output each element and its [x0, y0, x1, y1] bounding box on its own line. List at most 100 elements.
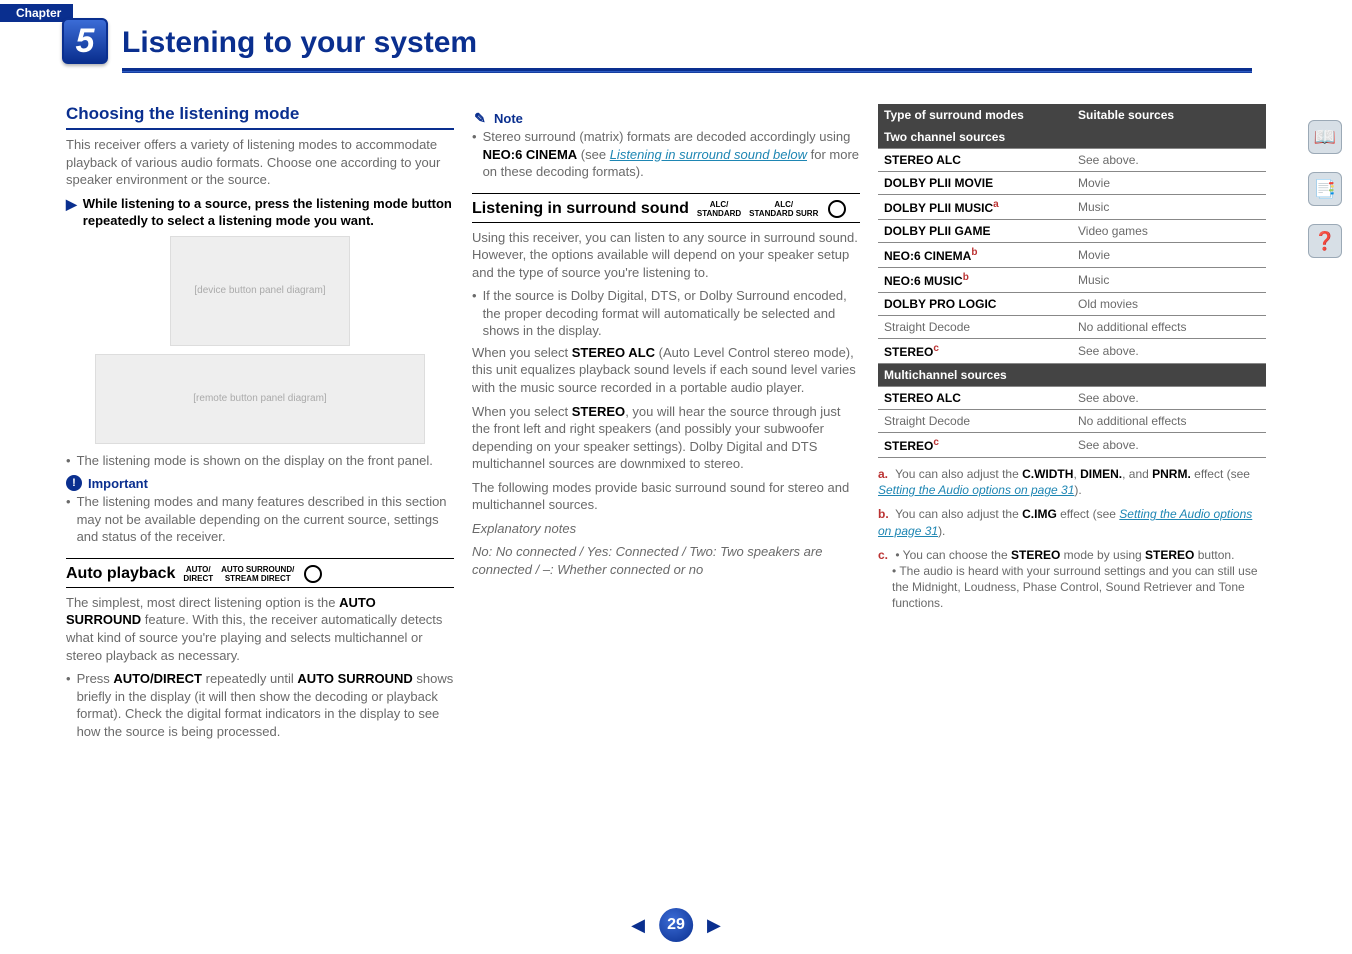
stereo-button-strong: STEREO	[1145, 548, 1194, 562]
pnrm-strong: PNRM.	[1152, 467, 1191, 481]
side-icon-bar: 📖 📑 ❓	[1308, 120, 1342, 258]
bullet-text: The listening mode is shown on the displ…	[77, 452, 433, 470]
button-label-auto-direct: AUTO/ DIRECT	[183, 565, 213, 583]
step-instruction: ▶ While listening to a source, press the…	[66, 195, 454, 230]
link-text: Setting the Audio options	[1119, 507, 1252, 521]
table-row: STEREO ALCSee above.	[878, 387, 1266, 410]
column-2: ✎ Note • Stereo surround (matrix) format…	[472, 104, 860, 744]
source-cell: Video games	[1072, 220, 1266, 243]
thin-divider	[472, 193, 860, 194]
mode-cell: STEREOc	[878, 433, 1072, 458]
source-cell: No additional effects	[1072, 410, 1266, 433]
button-circle-icon	[304, 565, 322, 583]
book-icon[interactable]: 📖	[1308, 120, 1342, 154]
column-3: Type of surround modes Suitable sources …	[878, 104, 1266, 744]
table-row: NEO:6 MUSICbMusic	[878, 268, 1266, 293]
table-row: DOLBY PLII GAMEVideo games	[878, 220, 1266, 243]
bullet-dolby: • If the source is Dolby Digital, DTS, o…	[472, 287, 860, 340]
table-row: NEO:6 CINEMAbMovie	[878, 243, 1266, 268]
important-label: Important	[88, 476, 148, 491]
source-cell: Old movies	[1072, 293, 1266, 316]
surround-paragraph: Using this receiver, you can listen to a…	[472, 229, 860, 282]
device-panel-image: [device button panel diagram]	[170, 236, 350, 346]
page-title: Listening to your system	[122, 26, 477, 60]
bullet-text: The listening modes and many features de…	[77, 493, 454, 546]
source-cell: Music	[1072, 268, 1266, 293]
text: ).	[1074, 483, 1081, 497]
source-cell: See above.	[1072, 149, 1266, 172]
pages-icon[interactable]: 📑	[1308, 172, 1342, 206]
divider	[66, 128, 454, 130]
table-row: DOLBY PLII MOVIEMovie	[878, 172, 1266, 195]
footnote-label-a: a.	[878, 466, 892, 482]
surround-sound-title: Listening in surround sound	[472, 200, 689, 218]
neo6-strong: NEO:6 CINEMA	[483, 147, 578, 162]
thin-divider	[66, 587, 454, 588]
mode-cell: DOLBY PRO LOGIC	[878, 293, 1072, 316]
table-row: STEREOcSee above.	[878, 433, 1266, 458]
footnote-a: a. You can also adjust the C.WIDTH, DIME…	[878, 466, 1266, 498]
remote-panel-image: [remote button panel diagram]	[95, 354, 425, 444]
table-row: Straight DecodeNo additional effects	[878, 410, 1266, 433]
text: Stereo surround (matrix) formats are dec…	[483, 129, 851, 144]
text: You can also adjust the	[895, 507, 1022, 521]
source-cell: Music	[1072, 195, 1266, 220]
cwidth-strong: C.WIDTH	[1022, 467, 1073, 481]
surround-modes-table: Type of surround modes Suitable sources …	[878, 104, 1266, 458]
footnote-c: c. • You can choose the STEREO mode by u…	[878, 547, 1266, 612]
link-text: Setting the Audio options	[878, 483, 1011, 497]
table-row: STEREO ALCSee above.	[878, 149, 1266, 172]
mode-cell: NEO:6 MUSICb	[878, 268, 1072, 293]
source-cell: No additional effects	[1072, 316, 1266, 339]
text: • The audio is heard with your surround …	[892, 563, 1266, 612]
surround-sound-heading: Listening in surround sound ALC/ STANDAR…	[472, 200, 860, 218]
btn-label: AUTO SURROUND/ STREAM DIRECT	[221, 565, 294, 583]
button-label-auto-surround: AUTO SURROUND/ STREAM DIRECT	[221, 565, 322, 583]
button-label-alc-standard: ALC/ STANDARD	[697, 200, 741, 218]
bullet-display: • The listening mode is shown on the dis…	[66, 452, 454, 470]
table-row: DOLBY PLII MUSICaMusic	[878, 195, 1266, 220]
text: mode by using	[1060, 548, 1145, 562]
explanatory-label: Explanatory notes	[472, 520, 860, 538]
bullet-dot-icon: •	[472, 128, 477, 181]
mode-cell: DOLBY PLII MUSICa	[878, 195, 1072, 220]
text: • You can choose the	[895, 548, 1011, 562]
help-icon[interactable]: ❓	[1308, 224, 1342, 258]
stereo-paragraph: When you select STEREO, you will hear th…	[472, 403, 860, 473]
prev-page-icon[interactable]: ◀	[631, 915, 645, 936]
thin-divider	[66, 558, 454, 559]
mode-cell: Straight Decode	[878, 410, 1072, 433]
section-label: Multichannel sources	[878, 364, 1266, 387]
thin-divider	[472, 222, 860, 223]
bullet-text: Press AUTO/DIRECT repeatedly until AUTO …	[77, 670, 454, 740]
auto-playback-paragraph: The simplest, most direct listening opti…	[66, 594, 454, 664]
button-circle-icon	[828, 200, 846, 218]
cimg-strong: C.IMG	[1022, 507, 1057, 521]
column-1: Choosing the listening mode This receive…	[66, 104, 454, 744]
bullet-dot-icon: •	[66, 493, 71, 546]
source-cell: Movie	[1072, 243, 1266, 268]
auto-playback-title: Auto playback	[66, 565, 175, 583]
source-cell: See above.	[1072, 433, 1266, 458]
link-audio-options-a[interactable]: Setting the Audio options on page 31	[878, 483, 1074, 497]
bullet-auto-direct: • Press AUTO/DIRECT repeatedly until AUT…	[66, 670, 454, 740]
stereo-alc-strong: STEREO ALC	[572, 345, 655, 360]
table-row: Straight DecodeNo additional effects	[878, 316, 1266, 339]
link-surround-sound[interactable]: Listening in surround sound below	[610, 147, 807, 162]
text: , and	[1122, 467, 1152, 481]
table-section: Multichannel sources	[878, 364, 1266, 387]
note-row: ✎ Note	[472, 110, 860, 126]
choosing-mode-heading: Choosing the listening mode	[66, 104, 454, 124]
text: effect (see	[1057, 507, 1119, 521]
source-cell: See above.	[1072, 339, 1266, 364]
auto-playback-heading: Auto playback AUTO/ DIRECT AUTO SURROUND…	[66, 565, 454, 583]
bullet-text: If the source is Dolby Digital, DTS, or …	[483, 287, 860, 340]
mode-cell: NEO:6 CINEMAb	[878, 243, 1072, 268]
section-label: Two channel sources	[878, 126, 1266, 149]
dimen-strong: DIMEN.	[1080, 467, 1122, 481]
btn-label: ALC/ STANDARD SURR	[749, 200, 818, 218]
stereo-strong: STEREO	[1011, 548, 1060, 562]
button-label-alc-standard-surr: ALC/ STANDARD SURR	[749, 200, 846, 218]
bullet-dot-icon: •	[472, 287, 477, 340]
next-page-icon[interactable]: ▶	[707, 915, 721, 936]
